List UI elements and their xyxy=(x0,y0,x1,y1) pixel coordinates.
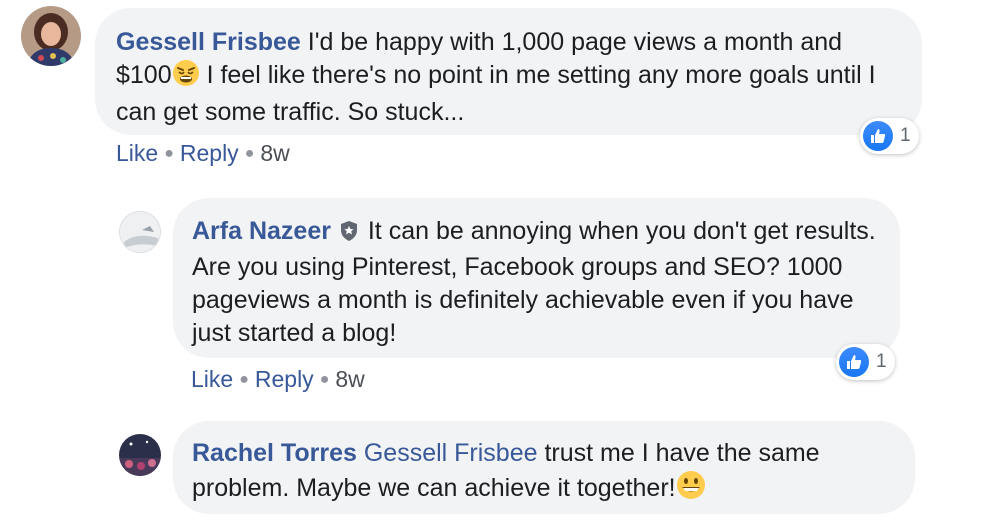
comment-bubble: Gessell Frisbee I'd be happy with 1,000 … xyxy=(95,8,922,135)
thumbs-up-icon xyxy=(839,347,869,377)
mention-link[interactable]: Gessell Frisbee xyxy=(364,439,538,467)
reaction-count-value: 1 xyxy=(900,125,911,146)
comment-author[interactable]: Rachel Torres xyxy=(192,439,357,467)
shield-icon xyxy=(339,218,359,251)
separator-dot: ● xyxy=(164,145,174,162)
comment-author[interactable]: Gessell Frisbee xyxy=(116,28,301,56)
comment-bubble: Arfa Nazeer It can be annoying when you … xyxy=(173,198,900,358)
avatar[interactable] xyxy=(21,6,81,66)
avatar[interactable] xyxy=(119,211,161,253)
comment-timestamp[interactable]: 8w xyxy=(260,140,289,166)
separator-dot: ● xyxy=(319,371,330,388)
reply-link[interactable]: Reply xyxy=(180,140,239,166)
grinning-face-emoji xyxy=(676,470,706,509)
like-link[interactable]: Like xyxy=(191,366,233,392)
weary-face-emoji xyxy=(172,59,200,96)
separator-dot: ● xyxy=(239,371,249,388)
comment-timestamp[interactable]: 8w xyxy=(335,366,364,392)
comment-actions: Like ● Reply ● 8w xyxy=(191,366,365,393)
comment-bubble: Rachel Torres Gessell Frisbee trust me I… xyxy=(173,421,915,514)
like-link[interactable]: Like xyxy=(116,140,158,166)
reaction-count[interactable]: 1 xyxy=(836,344,895,380)
comment-author[interactable]: Arfa Nazeer xyxy=(192,217,331,245)
thumbs-up-icon xyxy=(863,121,893,151)
reaction-count[interactable]: 1 xyxy=(860,118,919,154)
reaction-count-value: 1 xyxy=(876,351,887,372)
comment-actions: Like ● Reply ● 8w xyxy=(116,140,290,167)
comment-text-continued: I feel like there's no point in me setti… xyxy=(116,61,876,126)
reply-link[interactable]: Reply xyxy=(255,366,314,392)
separator-dot: ● xyxy=(244,145,255,162)
avatar[interactable] xyxy=(119,434,161,476)
